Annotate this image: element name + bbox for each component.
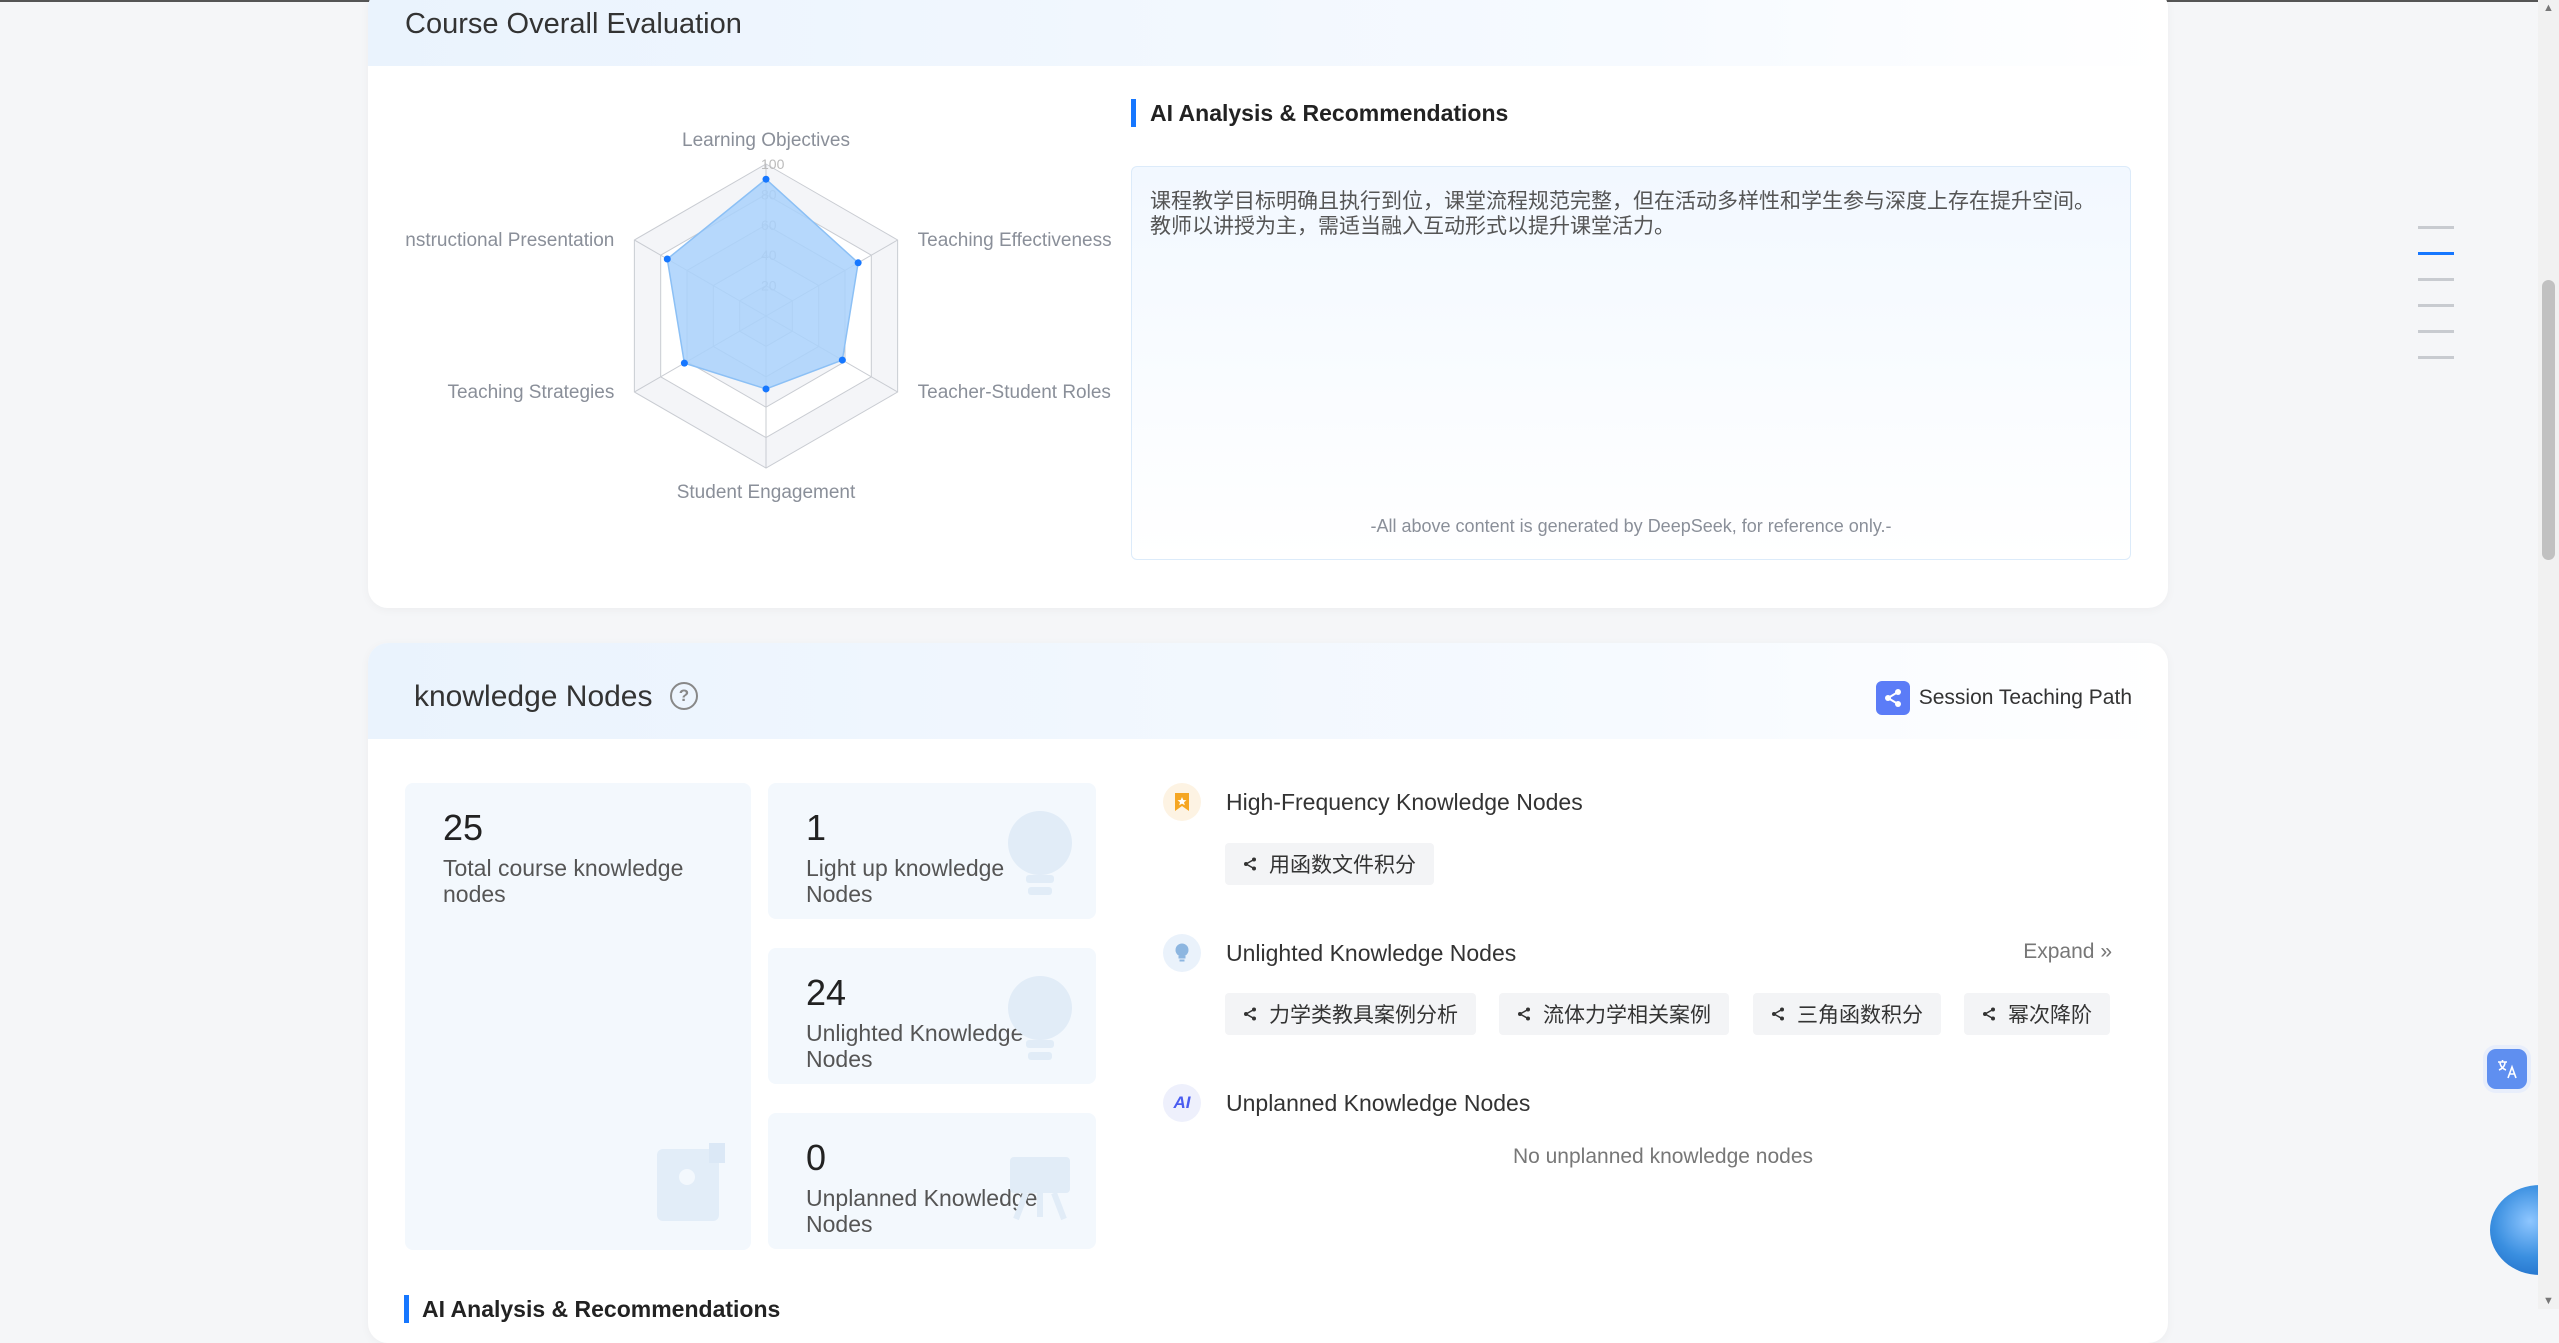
share-icon [1244, 857, 1256, 871]
radar-point [838, 356, 846, 364]
high-frequency-title: High-Frequency Knowledge Nodes [1226, 789, 1583, 815]
ai-analysis-text: 课程教学目标明确且执行到位，课堂流程规范完整，但在活动多样性和学生参与深度上存在… [1150, 190, 2095, 238]
stat-label: Total course knowledge nodes [443, 855, 684, 907]
section-nav [2418, 226, 2454, 382]
knowledge-chip[interactable]: 力学类教具案例分析 [1225, 993, 1476, 1035]
radar-point [854, 259, 862, 267]
chip-label: 用函数文件积分 [1269, 854, 1416, 877]
share-icon [1518, 1007, 1530, 1021]
stat-value: 1 [806, 807, 827, 848]
scroll-down-arrow[interactable]: ▼ [2543, 1295, 2554, 1307]
knowledge-chip[interactable]: 三角函数积分 [1753, 993, 1941, 1035]
scroll-thumb[interactable] [2542, 280, 2555, 560]
double-chevron-right-icon: » [2100, 940, 2112, 963]
stat-unlit-nodes: 24 Unlighted Knowledge Nodes [768, 948, 1096, 1084]
empty-state-text: No unplanned knowledge nodes [1512, 1145, 1814, 1168]
share-icon [1875, 681, 1910, 715]
radar-point [663, 255, 671, 263]
lightbulb-icon [1008, 976, 1072, 1060]
ai-analysis-title: AI Analysis & Recommendations [422, 1296, 781, 1322]
stat-value: 25 [443, 807, 484, 848]
stat-unplanned-nodes: 0 Unplanned Knowledge Nodes [768, 1113, 1096, 1249]
bookmark-star-icon [1163, 783, 1201, 821]
share-icon [1772, 1007, 1784, 1021]
chip-label: 流体力学相关案例 [1543, 1004, 1711, 1027]
course-evaluation-card: Course Overall Evaluation 20406080100 Le… [368, 0, 2168, 608]
lightbulb-icon [1163, 934, 1201, 972]
nav-marker[interactable] [2418, 330, 2454, 333]
scroll-up-arrow[interactable]: ▲ [2543, 2, 2554, 14]
radar-point [680, 359, 688, 367]
nav-marker-active[interactable] [2418, 252, 2454, 255]
section-accent-bar [1131, 99, 1136, 127]
unplanned-title: Unplanned Knowledge Nodes [1226, 1090, 1531, 1116]
ai-disclaimer: -All above content is generated by DeepS… [1370, 516, 1892, 536]
nav-marker[interactable] [2418, 304, 2454, 307]
session-teaching-path-label: Session Teaching Path [1918, 686, 2132, 709]
expand-label: Expand [2023, 940, 2095, 963]
radar-axis-label: Learning Objectives [682, 130, 850, 151]
translate-button[interactable] [2487, 1049, 2527, 1089]
section-accent-bar [404, 1295, 409, 1323]
radar-axis-label: Teacher-Student Roles [918, 382, 1111, 403]
knowledge-chip[interactable]: 流体力学相关案例 [1499, 993, 1729, 1035]
session-teaching-path-button[interactable]: Session Teaching Path [1875, 681, 2132, 715]
radar-axis-label: Teaching Effectiveness [918, 230, 1112, 251]
chip-label: 力学类教具案例分析 [1269, 1004, 1458, 1027]
radar-chart: 20406080100 Learning ObjectivesTeaching … [404, 130, 1112, 503]
radar-point [762, 175, 770, 183]
knowledge-chip[interactable]: 用函数文件积分 [1225, 843, 1434, 885]
knowledge-chip[interactable]: 幂次降阶 [1964, 993, 2110, 1035]
book-icon [657, 1143, 725, 1221]
expand-link[interactable]: Expand » [2023, 940, 2112, 964]
knowledge-nodes-card: knowledge Nodes ? Session Teaching Path … [368, 643, 2168, 1343]
stat-value: 24 [806, 972, 847, 1013]
nav-marker[interactable] [2418, 278, 2454, 281]
ai-analysis-title: AI Analysis & Recommendations [1150, 100, 1509, 126]
lightbulb-icon [1008, 811, 1072, 895]
stat-lit-nodes: 1 Light up knowledge Nodes [768, 783, 1096, 919]
stat-total-nodes: 25 Total course knowledge nodes [405, 783, 751, 1250]
stat-value: 0 [806, 1137, 827, 1178]
radar-axis-label: Instructional Presentation [404, 230, 614, 251]
page-scrollbar[interactable]: ▲ ▼ [2538, 0, 2559, 1309]
nav-marker[interactable] [2418, 226, 2454, 229]
ai-analysis-box: 课程教学目标明确且执行到位，课堂流程规范完整，但在活动多样性和学生参与深度上存在… [1131, 166, 2131, 560]
share-icon [1244, 1007, 1256, 1021]
unlighted-title: Unlighted Knowledge Nodes [1226, 940, 1517, 966]
translate-icon [2498, 1060, 2517, 1079]
share-icon [1983, 1007, 1995, 1021]
radar-point [762, 385, 770, 393]
card-title: knowledge Nodes [414, 680, 653, 713]
nav-marker[interactable] [2418, 356, 2454, 359]
chip-label: 三角函数积分 [1797, 1004, 1923, 1027]
radar-tick-label: 100 [761, 156, 785, 172]
presentation-board-icon [1010, 1157, 1070, 1221]
question-circle-icon[interactable]: ? [670, 682, 698, 710]
card-title: Course Overall Evaluation [405, 8, 742, 40]
ai-icon: AI [1163, 1084, 1201, 1122]
radar-axis-label: Teaching Strategies [447, 382, 614, 403]
radar-axis-label: Student Engagement [677, 482, 856, 503]
chip-label: 幂次降阶 [2008, 1004, 2092, 1027]
